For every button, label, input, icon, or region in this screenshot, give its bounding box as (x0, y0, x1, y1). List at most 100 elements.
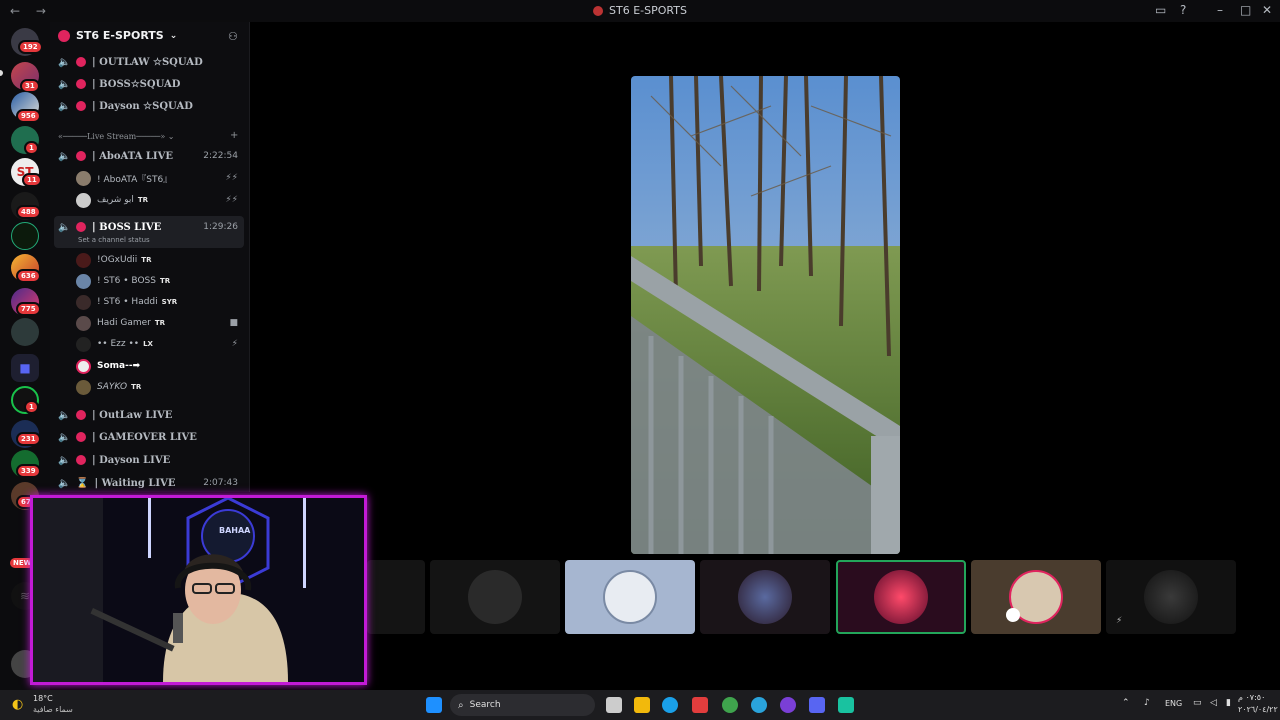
inbox-icon[interactable]: ▭ (1155, 3, 1166, 17)
user-tag: TR (137, 196, 149, 204)
avatar (76, 358, 91, 374)
speaker-icon: 🔈 (58, 431, 71, 443)
avatar (76, 252, 91, 268)
chevron-up-icon[interactable]: ⌃ (1122, 698, 1130, 708)
app-icon[interactable] (692, 697, 708, 713)
file-explorer-icon[interactable] (634, 697, 650, 713)
voice-channel[interactable]: 🔈 | AboATA LIVE 2:22:54 (58, 146, 246, 166)
telegram-icon[interactable] (751, 697, 767, 713)
voice-channel[interactable]: 🔈 | BOSS☆SQUAD (58, 74, 246, 94)
chrome-icon[interactable] (722, 697, 738, 713)
battery-icon[interactable]: ▮ (1226, 698, 1231, 708)
channel-list: ST6 E-SPORTS ⌄ ⚇ 🔈 | OUTLAW ☆SQUAD 🔈 | BOS… (50, 22, 250, 492)
server-pip (0, 70, 3, 76)
speaker-icon: 🔈 (58, 454, 71, 466)
voice-user[interactable]: !OGxUdii TR (76, 250, 246, 270)
guild-icon (58, 29, 70, 42)
channel-name: | Dayson ☆SQUAD (92, 100, 193, 112)
user-tag: SYR (161, 298, 178, 306)
speaker-icon: 🔈 (58, 409, 71, 421)
channel-name: | Dayson LIVE (92, 454, 171, 466)
window-title: ST6 E-SPORTS (593, 4, 687, 17)
webcam-frame (33, 498, 364, 682)
voice-channel[interactable]: 🔈 | OUTLAW ☆SQUAD (58, 52, 246, 72)
participant-tile[interactable] (367, 560, 425, 634)
live-dot (76, 222, 86, 232)
channel-timer: 2:22:54 (203, 151, 238, 161)
close-icon[interactable]: ✕ (1262, 3, 1272, 17)
voice-channel[interactable]: 🔈 ⌛ | Waiting LIVE 2:07:43 (58, 473, 246, 493)
folder-icon[interactable]: ■ (11, 354, 39, 382)
app-icon[interactable] (780, 697, 796, 713)
mic-icon[interactable]: ♪ (1144, 698, 1150, 708)
participant-tile[interactable] (430, 560, 560, 634)
server-badge: 636 (16, 269, 41, 283)
edge-icon[interactable] (662, 697, 678, 713)
start-icon[interactable] (426, 697, 442, 713)
channel-name: | BOSS☆SQUAD (92, 78, 181, 90)
network-icon[interactable]: ▭ (1193, 698, 1202, 708)
user-name: Soma--➡ (97, 361, 141, 371)
server-esports[interactable] (11, 222, 39, 250)
live-dot (76, 151, 86, 161)
channel-name: | OUTLAW ☆SQUAD (92, 56, 203, 68)
channel-name: | Waiting LIVE (94, 477, 176, 489)
voice-channel[interactable]: 🔈 | GAMEOVER LIVE (58, 427, 246, 447)
speaker-icon: 🔈 (58, 150, 71, 162)
app-icon[interactable] (838, 697, 854, 713)
add-member-icon[interactable]: ⚇ (228, 30, 238, 43)
server-icon (593, 5, 604, 16)
channel-status[interactable]: Set a channel status (78, 236, 150, 244)
webcam-sign: BAHAA (219, 526, 251, 535)
participant-tile[interactable] (700, 560, 830, 634)
voice-user[interactable]: Soma--➡ (76, 356, 246, 376)
speaker-icon: 🔈 (58, 477, 71, 489)
voice-channel[interactable]: 🔈 | Dayson ☆SQUAD (58, 96, 246, 116)
user-tag: TR (131, 383, 142, 391)
user-tag: LX (143, 340, 153, 348)
clock-time[interactable]: ٠٧:٥٠ م (1238, 693, 1265, 702)
live-dot (76, 101, 86, 111)
add-channel-icon[interactable]: + (230, 130, 238, 141)
task-view-icon[interactable] (606, 697, 622, 713)
search-icon: ⌕ (458, 699, 464, 711)
voice-channel[interactable]: 🔈 | OutLaw LIVE (58, 405, 246, 425)
participant-tile[interactable] (971, 560, 1101, 634)
clock-date[interactable]: ٢٠٢٦/٠٤/٢٢ (1238, 705, 1278, 714)
title-bar: ← → ST6 E-SPORTS ▭ ? – □ ✕ (0, 0, 1280, 22)
voice-user[interactable]: ! ST6 • Haddi SYR (76, 292, 246, 312)
voice-user[interactable]: •• Ezz •• LX ⚡ (76, 334, 246, 354)
speaker-icon: 🔈 (58, 100, 71, 112)
server-badge: 1 (24, 400, 39, 414)
search-box[interactable]: ⌕ Search (450, 694, 595, 716)
user-tag: TR (154, 319, 166, 327)
minimize-icon[interactable]: – (1217, 3, 1223, 17)
taskbar: ◐ 18°C سماء صافية ⌕ Search ⌃ ♪ ENG ▭ ◁ ▮… (0, 690, 1280, 720)
chevron-down-icon: ⌄ (169, 30, 178, 41)
voice-user[interactable]: Hadi Gamer TR ■ (76, 313, 246, 333)
stream-video[interactable] (631, 76, 900, 554)
help-icon[interactable]: ? (1180, 3, 1186, 17)
voice-user[interactable]: SAYKO TR (76, 377, 246, 397)
discord-icon[interactable] (809, 697, 825, 713)
voice-user[interactable]: ! ST6 • BOSS TR (76, 271, 246, 291)
voice-channel[interactable]: 🔈 | Dayson LIVE (58, 450, 246, 470)
participant-avatar (603, 570, 657, 624)
activity-icon (1006, 608, 1020, 622)
participant-tile-speaking[interactable] (836, 560, 966, 634)
voice-user[interactable]: ! AboATA『ST6』 ⚡⚡ (76, 168, 246, 188)
history-nav[interactable]: ← → (10, 4, 52, 18)
channel-timer: 2:07:43 (203, 478, 238, 488)
voice-user[interactable]: ابو شريف TR ⚡⚡ (76, 190, 246, 210)
voice-channel-active[interactable]: 🔈 | BOSS LIVE 1:29:26 (58, 217, 246, 237)
maximize-icon[interactable]: □ (1240, 3, 1251, 17)
participant-tile[interactable]: ⚡ (1106, 560, 1236, 634)
live-dot (76, 57, 86, 67)
participant-tile[interactable] (565, 560, 695, 634)
guild-header[interactable]: ST6 E-SPORTS ⌄ (58, 29, 177, 42)
category-header[interactable]: «─────Live Stream─────» ⌄ (58, 132, 174, 141)
volume-icon[interactable]: ◁ (1210, 698, 1217, 708)
server-study[interactable] (11, 318, 39, 346)
language-indicator[interactable]: ENG (1165, 699, 1182, 708)
guild-name: ST6 E-SPORTS (76, 29, 164, 42)
